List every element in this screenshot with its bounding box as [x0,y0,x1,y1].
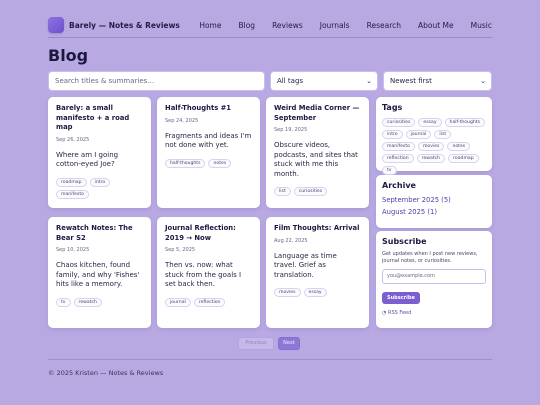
post-tags: movies essay [274,288,361,298]
page-title: Blog [48,46,89,65]
tags-panel: Tags curiosities essay half-thoughts int… [376,97,492,175]
post-summary: Fragments and ideas I'm not done with ye… [165,131,252,150]
tag-chip[interactable]: manifesto [382,142,415,151]
post-title[interactable]: Film Thoughts: Arrival [274,224,361,234]
tag-chip[interactable]: reflection [382,154,414,163]
tag-chip[interactable]: curiosities [382,118,416,127]
tag-chip[interactable]: roadmap [56,177,87,187]
archive-panel-title: Archive [382,181,416,190]
tag-chip[interactable]: essay [418,118,442,127]
post-date: Aug 22, 2025 [274,237,308,244]
footer-divider [48,359,492,360]
tag-chip[interactable]: intro [382,130,403,139]
subscribe-description: Get updates when I post new reviews, jou… [382,251,478,264]
post-date: Sep 24, 2025 [165,117,199,124]
site-brand[interactable]: Barely — Notes & Reviews [69,21,180,30]
sort-value: Newest first [390,77,432,85]
tag-chip[interactable]: notes [208,158,232,168]
nav-home[interactable]: Home [199,21,221,30]
nav-research[interactable]: Research [367,21,401,30]
tag-cloud: curiosities essay half-thoughts intro jo… [382,118,486,175]
nav-blog[interactable]: Blog [238,21,255,30]
post-date: Sep 19, 2025 [274,127,308,133]
search-input[interactable]: Search titles & summaries… [48,71,265,91]
tag-chip[interactable]: tv [382,166,397,175]
header-divider [48,37,492,38]
post-date: Sep 26, 2025 [56,136,90,143]
rss-feed-link[interactable]: ◔ RSS Feed [382,310,486,316]
nav-reviews[interactable]: Reviews [272,21,303,30]
post-tags: roadmap intro manifesto [56,177,143,199]
post-tags: list curiosities [274,187,361,197]
logo-square-icon[interactable] [48,17,64,33]
archive-panel: Archive September 2025 (5) August 2025 (… [376,175,492,228]
post-summary: Obscure videos, podcasts, and sites that… [274,141,358,178]
tag-chip[interactable]: curiosities [293,187,328,197]
tag-chip[interactable]: intro [89,177,111,187]
post-card[interactable]: Rewatch Notes: The Bear S2 Sep 10, 2025 … [48,217,151,328]
chevron-down-icon: ⌄ [366,77,372,85]
archive-link[interactable]: August 2025 (1) [382,208,486,216]
next-page-button[interactable]: Next [278,337,300,350]
post-tags: tv rewatch [56,297,143,307]
tag-chip[interactable]: tv [56,297,71,307]
previous-page-button[interactable]: Previous [238,337,274,350]
subscribe-panel: Subscribe Get updates when I post new re… [376,231,492,328]
post-title[interactable]: Rewatch Notes: The Bear S2 [56,224,143,243]
nav-music[interactable]: Music [471,21,492,30]
tag-chip[interactable]: essay [303,288,327,298]
rss-icon: ◔ [382,310,387,317]
email-field[interactable]: you@example.com [382,269,486,285]
nav-about-me[interactable]: About Me [418,21,454,30]
tag-chip[interactable]: journal [405,130,432,139]
post-title[interactable]: Weird Media Corner — September [274,104,361,123]
post-card[interactable]: Weird Media Corner — September Sep 19, 2… [266,97,369,208]
rss-feed-label: RSS Feed [387,310,412,317]
post-title[interactable]: Journal Reflection: 2019 → Now [165,224,252,243]
tag-chip[interactable]: list [434,130,452,139]
tag-chip[interactable]: roadmap [448,154,479,163]
tag-chip[interactable]: movies [274,288,301,298]
site-header: Barely — Notes & Reviews Home Blog Revie… [48,14,492,36]
sort-select[interactable]: Newest first ⌄ [383,71,492,91]
post-tags: journal reflection [165,297,252,307]
post-card[interactable]: Journal Reflection: 2019 → Now Sep 5, 20… [157,217,260,328]
main-nav: Home Blog Reviews Journals Research Abou… [182,21,492,30]
post-summary: Where am I going cotton-eyed Joe? [56,150,119,169]
tag-chip[interactable]: notes [447,142,471,151]
subscribe-panel-title: Subscribe [382,237,427,246]
post-title[interactable]: Barely: a small manifesto + a road map [56,104,143,133]
tag-chip[interactable]: reflection [193,297,226,307]
tag-chip[interactable]: list [274,187,291,197]
tag-chip[interactable]: manifesto [56,189,89,199]
chevron-down-icon: ⌄ [480,77,486,85]
post-summary: Language as time travel. Grief as transl… [274,251,337,279]
tag-chip[interactable]: movies [417,142,445,151]
post-summary: Chaos kitchen, found family, and why 'Fi… [56,261,140,289]
subscribe-button[interactable]: Subscribe [382,292,420,305]
tag-chip[interactable]: rewatch [73,297,102,307]
tags-panel-title: Tags [382,103,403,112]
post-date: Sep 5, 2025 [165,247,196,253]
footer-text: © 2025 Kristen — Notes & Reviews [48,369,164,377]
tag-chip[interactable]: half-thoughts [165,158,206,168]
post-card[interactable]: Film Thoughts: Arrival Aug 22, 2025 Lang… [266,217,369,328]
nav-journals[interactable]: Journals [320,21,350,30]
post-date: Sep 10, 2025 [56,247,90,253]
tag-filter-select[interactable]: All tags ⌄ [270,71,378,91]
tag-chip[interactable]: half-thoughts [444,118,486,127]
tag-chip[interactable]: journal [165,297,191,307]
post-card[interactable]: Barely: a small manifesto + a road map S… [48,97,151,208]
post-summary: Then vs. now: what stuck from the goals … [165,261,242,289]
archive-link[interactable]: September 2025 (5) [382,196,486,204]
post-tags: half-thoughts notes [165,158,252,168]
post-card[interactable]: Half-Thoughts #1 Sep 24, 2025 Fragments … [157,97,260,208]
tag-chip[interactable]: rewatch [416,154,446,163]
post-title[interactable]: Half-Thoughts #1 [165,104,252,114]
tag-filter-value: All tags [277,77,304,85]
